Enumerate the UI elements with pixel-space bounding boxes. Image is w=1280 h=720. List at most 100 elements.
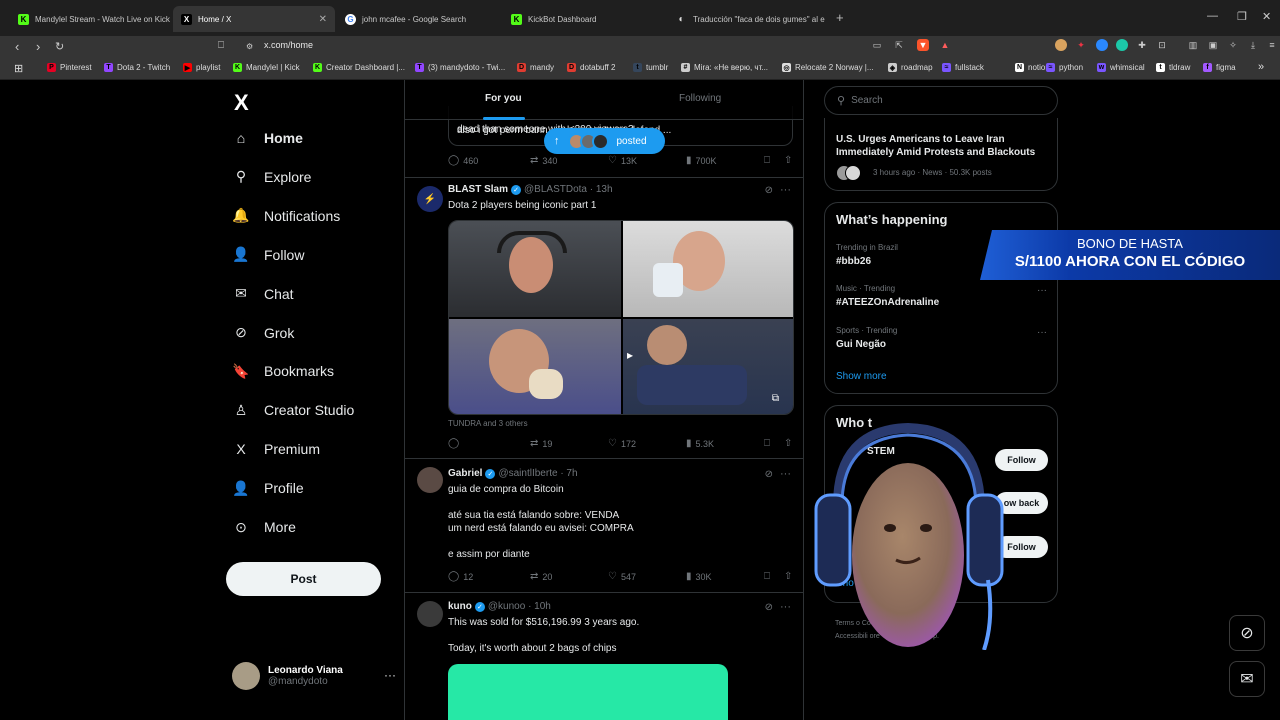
x-logo-icon[interactable]: X — [234, 90, 249, 116]
account-switcher[interactable]: Leonardo Viana @mandydoto ··· — [232, 662, 396, 690]
sidebar-item-home[interactable]: ⌂ Home — [232, 129, 303, 147]
trend-name[interactable]: #bbb26 — [836, 256, 871, 267]
bookmark-item[interactable]: t tumblr — [633, 63, 668, 72]
bookmark-item[interactable]: P Pinterest — [47, 63, 92, 72]
menu-icon[interactable]: ≡ — [1266, 39, 1278, 51]
media-tagged-users[interactable]: TUNDRA and 3 others — [448, 419, 528, 428]
grok-icon[interactable]: ⊘ — [765, 185, 773, 196]
sidebar-item-bookmarks[interactable]: 🔖 Bookmarks — [232, 362, 334, 380]
extension-icon[interactable] — [1055, 39, 1067, 51]
bookmark-item[interactable]: Nnotion — [1015, 63, 1050, 72]
retweet-button[interactable]: ⇄ 20 — [530, 571, 552, 582]
extensions-puzzle-icon[interactable]: ✚ — [1136, 39, 1148, 51]
tag-people-icon[interactable]: ⧉ — [772, 393, 779, 404]
extension-icon[interactable] — [1116, 39, 1128, 51]
more-icon[interactable]: ··· — [780, 468, 791, 480]
like-button[interactable]: ♡ 13K — [608, 155, 637, 166]
reply-button[interactable]: ◯ 460 — [448, 155, 478, 166]
browser-tab-kickbot[interactable]: K KickBot Dashboard — [503, 6, 665, 32]
sidebar-item-notifications[interactable]: 🔔 Notifications — [232, 207, 340, 225]
grok-icon[interactable]: ⊘ — [765, 469, 773, 480]
bookmark-item[interactable]: T (3) mandydoto - Twi... — [415, 63, 505, 72]
tweet-media[interactable] — [448, 664, 728, 720]
more-icon[interactable]: ··· — [1037, 327, 1047, 338]
bookmark-item[interactable]: T Dota 2 - Twitch — [104, 63, 170, 72]
author-handle[interactable]: @saintlIberte · 7h — [498, 468, 577, 479]
share-button[interactable]: ⇧ — [784, 438, 796, 449]
grok-icon[interactable]: ⊘ — [765, 602, 773, 613]
extension-icon[interactable] — [1096, 39, 1108, 51]
retweet-button[interactable]: ⇄ 340 — [530, 155, 557, 166]
bookmark-item[interactable]: t tldraw — [1156, 63, 1190, 72]
media-image[interactable] — [449, 221, 621, 317]
author-handle[interactable]: @BLASTDota · 13h — [524, 184, 613, 195]
news-title[interactable]: U.S. Urges Americans to Leave Iran Immed… — [836, 133, 1051, 159]
site-info-icon[interactable]: ⚙ — [246, 42, 253, 51]
brave-rewards-icon[interactable]: ▲ — [939, 39, 951, 51]
more-icon[interactable]: ··· — [780, 184, 791, 196]
show-more-link[interactable]: Show more — [836, 371, 887, 382]
reply-button[interactable]: ◯ — [448, 438, 463, 449]
like-button[interactable]: ♡ 172 — [608, 438, 636, 449]
reply-button[interactable]: ◯ 12 — [448, 571, 473, 582]
back-icon[interactable]: ‹ — [15, 39, 19, 54]
tweet[interactable]: ⚡ BLAST Slam ✓ @BLASTDota · 13h ⊘ ··· Do… — [405, 178, 803, 459]
author-name[interactable]: Gabriel — [448, 468, 482, 479]
sidebar-item-creator-studio[interactable]: ♙ Creator Studio — [232, 401, 355, 419]
bookmark-page-icon[interactable]: ⎕ — [218, 40, 224, 51]
avatar[interactable]: ⚡ — [417, 186, 443, 212]
address-bar[interactable]: x.com/home — [264, 40, 313, 50]
bookmark-item[interactable]: # Mira: «Не верю, чт... — [681, 63, 768, 72]
bookmark-item[interactable]: K Creator Dashboard |... — [313, 63, 405, 72]
timeline[interactable]: For you Following ↑ posted dead than som… — [404, 80, 804, 720]
author-name[interactable]: BLAST Slam — [448, 184, 508, 195]
media-image[interactable] — [449, 319, 621, 414]
bookmark-button[interactable]: ⎕ — [764, 571, 774, 582]
news-card[interactable]: U.S. Urges Americans to Leave Iran Immed… — [824, 118, 1058, 191]
sidebar-toggle-icon[interactable]: ▥ — [1187, 39, 1199, 51]
restore-icon[interactable]: ❐ — [1237, 10, 1247, 23]
browser-tab-translation[interactable]: ◐ Traducción "faca de dois gumes" al e — [668, 6, 830, 32]
new-posts-pill[interactable]: ↑ posted — [544, 128, 665, 154]
close-tab-icon[interactable]: ✕ — [319, 14, 327, 25]
account-menu-icon[interactable]: ··· — [384, 668, 396, 682]
sidebar-item-profile[interactable]: 👤 Profile — [232, 479, 303, 497]
brave-shields-icon[interactable]: ▼ — [917, 39, 929, 51]
bookmark-button[interactable]: ⎕ — [764, 155, 774, 166]
avatar[interactable] — [417, 601, 443, 627]
browser-tab-kick[interactable]: K Mandylel Stream - Watch Live on Kick — [10, 6, 172, 32]
bookmark-item[interactable]: ◈ roadmap — [888, 63, 933, 72]
sidebar-item-more[interactable]: ⊙ More — [232, 518, 296, 536]
bookmark-item[interactable]: K Mandylel | Kick — [233, 63, 300, 72]
forward-icon[interactable]: › — [36, 39, 40, 54]
sidebar-item-grok[interactable]: ⊘ Grok — [232, 324, 294, 342]
wallet-icon[interactable]: ▣ — [1207, 39, 1219, 51]
more-icon[interactable]: ··· — [1037, 285, 1047, 296]
tab-for-you[interactable]: For you — [485, 93, 522, 104]
post-button[interactable]: Post — [226, 562, 381, 596]
media-image[interactable] — [623, 221, 793, 317]
cast-icon[interactable]: ▭ — [871, 39, 883, 51]
grok-floating-button[interactable]: ⊘ — [1229, 615, 1265, 651]
messages-floating-button[interactable]: ✉ — [1229, 661, 1265, 697]
avatar[interactable] — [417, 467, 443, 493]
sidebar-item-chat[interactable]: ✉ Chat — [232, 285, 293, 303]
reload-icon[interactable]: ↻ — [55, 40, 64, 53]
bookmark-item[interactable]: ◎ Relocate 2 Norway |... — [782, 63, 874, 72]
new-tab-button[interactable]: + — [836, 10, 844, 25]
bookmark-item[interactable]: Ddotabuff 2 — [567, 63, 615, 72]
leo-ai-icon[interactable]: ✧ — [1227, 39, 1239, 51]
bookmark-item[interactable]: ▶ playlist — [183, 63, 220, 72]
browser-tab-google[interactable]: G john mcafee - Google Search — [337, 6, 499, 32]
sidebar-item-explore[interactable]: ⚲ Explore — [232, 168, 312, 186]
download-icon[interactable]: ⤓ — [1247, 39, 1259, 51]
sidebar-item-follow[interactable]: 👤 Follow — [232, 246, 304, 264]
bookmark-button[interactable]: ⎕ — [764, 438, 774, 449]
bookmark-item[interactable]: ≈ fullstack — [942, 63, 984, 72]
bookmark-item[interactable]: ≈ python — [1046, 63, 1083, 72]
views-button[interactable]: ▮ 5.3K — [686, 438, 714, 449]
tweet[interactable]: kuno ✓ @kunoo · 10h ⊘ ··· This was sold … — [405, 593, 803, 720]
retweet-button[interactable]: ⇄ 19 — [530, 438, 552, 449]
views-button[interactable]: ▮ 700K — [686, 155, 717, 166]
tab-following[interactable]: Following — [679, 93, 721, 104]
